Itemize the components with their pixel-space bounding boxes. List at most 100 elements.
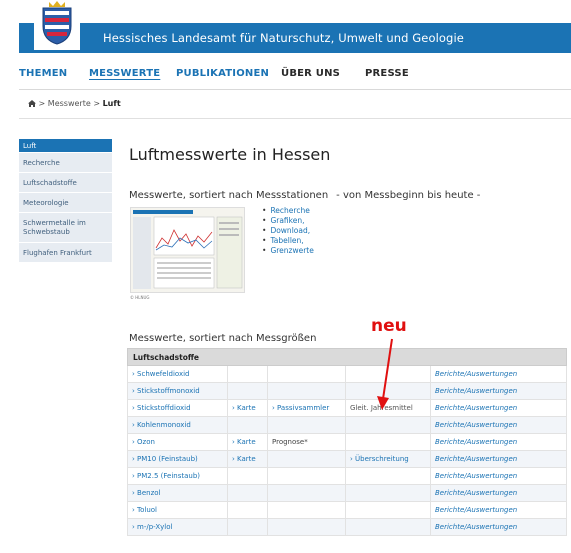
table-row: › PM10 (Feinstaub) › Karte › Überschreitun… bbox=[127, 450, 568, 468]
station-preview-thumbnail[interactable] bbox=[130, 207, 245, 293]
cell-name[interactable]: › Stickstoffmonoxid bbox=[127, 382, 228, 400]
cell-karte bbox=[227, 484, 268, 502]
table-row: › Toluol Berichte/Auswertungen bbox=[127, 501, 568, 519]
cell-name[interactable]: › Kohlenmonoxid bbox=[127, 416, 228, 434]
cell-report[interactable]: Berichte/Auswertungen bbox=[429, 365, 568, 383]
new-annotation: neu bbox=[371, 316, 407, 336]
sidebar-item-luft[interactable]: Luft bbox=[19, 139, 112, 153]
cell-extra bbox=[267, 365, 346, 383]
breadcrumb-separator: > bbox=[93, 99, 101, 108]
table-header: Luftschadstoffe bbox=[126, 348, 568, 366]
station-links: Recherche Grafiken, Download, Tabellen, … bbox=[262, 206, 314, 256]
cell-karte bbox=[227, 518, 268, 536]
cell-extra2 bbox=[345, 433, 431, 451]
cell-report[interactable]: Berichte/Auswertungen bbox=[429, 518, 568, 536]
cell-report[interactable]: Berichte/Auswertungen bbox=[429, 467, 568, 485]
cell-extra2 bbox=[345, 484, 431, 502]
breadcrumb-current: Luft bbox=[102, 99, 121, 108]
link-tabellen[interactable]: Tabellen, bbox=[262, 236, 314, 246]
table-row: › Kohlenmonoxid Berichte/Auswertungen bbox=[127, 416, 568, 434]
nav-presse[interactable]: PRESSE bbox=[365, 68, 409, 79]
cell-extra2[interactable]: › Überschreitung bbox=[345, 450, 431, 468]
nav-ueber-uns[interactable]: ÜBER UNS bbox=[281, 68, 340, 79]
sidebar-item-luftschadstoffe[interactable]: Luftschadstoffe bbox=[19, 173, 112, 193]
table-row: › Ozon › Karte Prognose* Berichte/Auswertun… bbox=[127, 433, 568, 451]
cell-name[interactable]: › Benzol bbox=[127, 484, 228, 502]
link-download[interactable]: Download, bbox=[262, 226, 314, 236]
cell-extra2 bbox=[345, 382, 431, 400]
table-row: › Schwefeldioxid Berichte/Auswertungen bbox=[127, 365, 568, 383]
cell-extra2 bbox=[345, 518, 431, 536]
nav-divider bbox=[19, 89, 571, 90]
breadcrumb: > Messwerte > Luft bbox=[28, 99, 121, 108]
table-row: › Benzol Berichte/Auswertungen bbox=[127, 484, 568, 502]
link-grafiken[interactable]: Grafiken, bbox=[262, 216, 314, 226]
table-row: › Stickstoffdioxid › Karte › Passivsammler… bbox=[127, 399, 568, 417]
cell-report[interactable]: Berichte/Auswertungen bbox=[429, 433, 568, 451]
breadcrumb-separator: > bbox=[38, 99, 46, 108]
section-heading-messgroessen: Messwerte, sortiert nach Messgrößen bbox=[129, 333, 317, 344]
cell-name[interactable]: › Ozon bbox=[127, 433, 228, 451]
cell-name[interactable]: › PM2.5 (Feinstaub) bbox=[127, 467, 228, 485]
cell-karte[interactable]: › Karte bbox=[227, 433, 268, 451]
cell-report[interactable]: Berichte/Auswertungen bbox=[429, 416, 568, 434]
cell-name[interactable]: › Schwefeldioxid bbox=[127, 365, 228, 383]
thumbnail-caption: © HLNUG bbox=[130, 295, 150, 300]
cell-extra bbox=[267, 467, 346, 485]
breadcrumb-divider bbox=[19, 118, 571, 119]
hessen-crest-logo[interactable] bbox=[34, 0, 80, 50]
table-row: › Stickstoffmonoxid Berichte/Auswertungen bbox=[127, 382, 568, 400]
cell-name[interactable]: › Toluol bbox=[127, 501, 228, 519]
main-nav: THEMEN MESSWERTE PUBLIKATIONEN ÜBER UNS … bbox=[19, 68, 571, 84]
cell-report[interactable]: Berichte/Auswertungen bbox=[429, 450, 568, 468]
cell-extra bbox=[267, 382, 346, 400]
page-title: Luftmesswerte in Hessen bbox=[129, 145, 331, 164]
table-body: › Schwefeldioxid Berichte/Auswertungen › S… bbox=[127, 365, 568, 536]
cell-extra[interactable]: › Passivsammler bbox=[267, 399, 346, 417]
cell-karte bbox=[227, 467, 268, 485]
cell-extra2[interactable]: Gleit. Jahresmittel bbox=[345, 399, 431, 417]
cell-report[interactable]: Berichte/Auswertungen bbox=[429, 399, 568, 417]
cell-karte[interactable]: › Karte bbox=[227, 450, 268, 468]
site-title[interactable]: Hessisches Landesamt für Naturschutz, Um… bbox=[103, 31, 464, 45]
cell-extra bbox=[267, 518, 346, 536]
table-row: › PM2.5 (Feinstaub) Berichte/Auswertungen bbox=[127, 467, 568, 485]
breadcrumb-messwerte[interactable]: Messwerte bbox=[48, 99, 91, 108]
pollutants-table: Luftschadstoffe › Schwefeldioxid Berichte… bbox=[126, 348, 568, 536]
cell-extra bbox=[267, 501, 346, 519]
cell-report[interactable]: Berichte/Auswertungen bbox=[429, 382, 568, 400]
cell-extra2 bbox=[345, 416, 431, 434]
section-heading-text: Messwerte, sortiert nach Messstationen bbox=[129, 190, 329, 201]
cell-extra2 bbox=[345, 501, 431, 519]
cell-extra2 bbox=[345, 365, 431, 383]
cell-report[interactable]: Berichte/Auswertungen bbox=[429, 501, 568, 519]
cell-karte bbox=[227, 416, 268, 434]
cell-karte bbox=[227, 365, 268, 383]
cell-karte[interactable]: › Karte bbox=[227, 399, 268, 417]
link-grenzwerte[interactable]: Grenzwerte bbox=[262, 246, 313, 256]
cell-extra bbox=[267, 484, 346, 502]
cell-extra2 bbox=[345, 467, 431, 485]
cell-extra bbox=[267, 450, 346, 468]
link-recherche[interactable]: Recherche bbox=[262, 206, 314, 216]
cell-report[interactable]: Berichte/Auswertungen bbox=[429, 484, 568, 502]
nav-messwerte[interactable]: MESSWERTE bbox=[89, 68, 160, 79]
sidebar: Luft Recherche Luftschadstoffe Meteorolo… bbox=[19, 139, 112, 263]
cell-karte bbox=[227, 382, 268, 400]
sidebar-item-schwermetalle[interactable]: Schwermetalle im Schwebstaub bbox=[19, 213, 112, 243]
sidebar-item-flughafen[interactable]: Flughafen Frankfurt bbox=[19, 243, 112, 263]
nav-publikationen[interactable]: PUBLIKATIONEN bbox=[176, 68, 269, 79]
nav-themen[interactable]: THEMEN bbox=[19, 68, 67, 79]
sidebar-item-meteorologie[interactable]: Meteorologie bbox=[19, 193, 112, 213]
cell-name[interactable]: › Stickstoffdioxid bbox=[127, 399, 228, 417]
cell-name[interactable]: › m-/p-Xylol bbox=[127, 518, 228, 536]
sidebar-item-recherche[interactable]: Recherche bbox=[19, 153, 112, 173]
home-icon[interactable] bbox=[28, 100, 36, 107]
cell-extra bbox=[267, 416, 346, 434]
cell-name[interactable]: › PM10 (Feinstaub) bbox=[127, 450, 228, 468]
cell-karte bbox=[227, 501, 268, 519]
site-header: Hessisches Landesamt für Naturschutz, Um… bbox=[19, 23, 571, 53]
cell-extra[interactable]: Prognose* bbox=[267, 433, 346, 451]
section-subheading: - von Messbeginn bis heute - bbox=[336, 190, 481, 201]
section-heading-stationen: Messwerte, sortiert nach Messstationen - … bbox=[129, 190, 480, 201]
